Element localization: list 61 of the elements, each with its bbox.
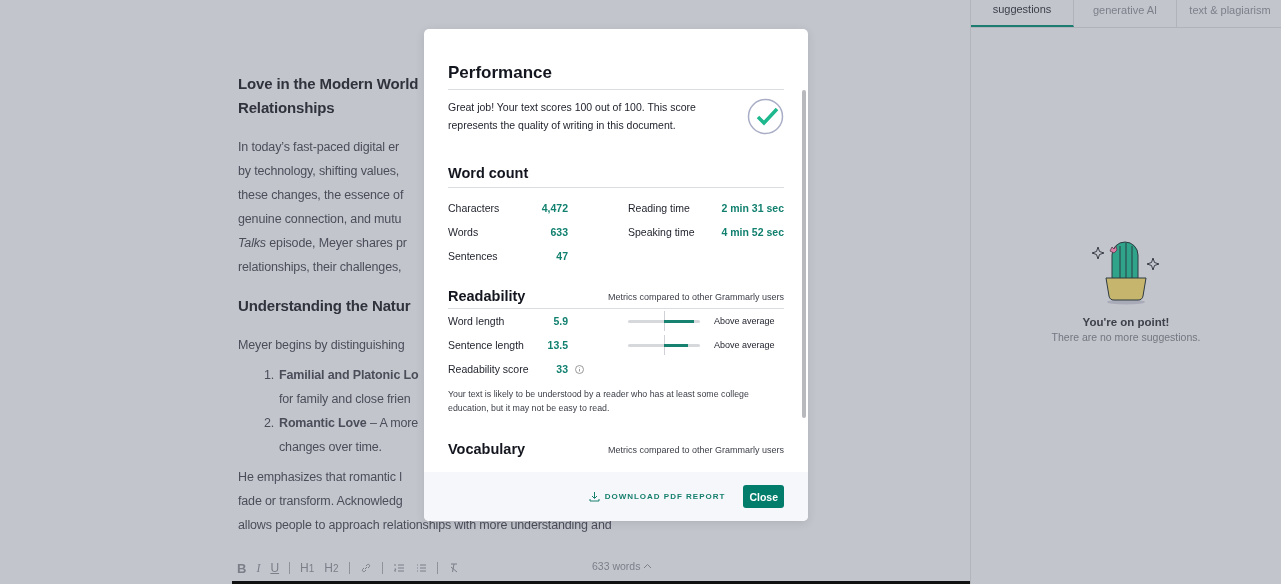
section-note: Metrics compared to other Grammarly users bbox=[607, 445, 784, 455]
performance-text: Great job! Your text scores 100 out of 100. This score represents the quality of writing in this document. bbox=[448, 100, 697, 133]
paragraph-line: Talks episode, Meyer shares pr bbox=[238, 235, 407, 252]
italic-button[interactable]: I bbox=[251, 559, 266, 577]
paragraph-line: fade or transform. Acknowledg bbox=[238, 493, 403, 510]
stat-value: 47 bbox=[556, 250, 568, 262]
word-count-toggle[interactable]: 633 words bbox=[586, 559, 659, 573]
document-title: Relationships bbox=[238, 98, 335, 118]
caret-icon bbox=[643, 563, 653, 569]
bold-button[interactable]: B bbox=[232, 559, 252, 577]
stat-label: Reading time bbox=[628, 202, 690, 214]
sidebar-tab[interactable]: suggestions bbox=[971, 0, 1074, 27]
empty-state-text: There are no more suggestions. bbox=[1051, 331, 1201, 343]
info-icon[interactable] bbox=[575, 364, 584, 374]
paragraph-line: these changes, the essence of bbox=[238, 187, 404, 204]
metric-value: 33 bbox=[556, 363, 568, 375]
section-title: Readability bbox=[448, 288, 526, 304]
download-icon bbox=[588, 491, 600, 502]
list-item-line: for family and close frien bbox=[279, 391, 411, 408]
download-link[interactable]: DOWNLOAD PDF REPORT bbox=[582, 490, 732, 503]
scrollbar-thumb[interactable] bbox=[802, 90, 806, 418]
paragraph-line: by technology, shifting values, bbox=[238, 163, 400, 180]
stat-value: 2 min 31 sec bbox=[721, 202, 784, 214]
list-item-line: changes over time. bbox=[279, 439, 382, 456]
metric-rating: Above average bbox=[714, 316, 775, 326]
paragraph-line: In today’s fast-paced digital er bbox=[238, 139, 400, 156]
document-title: Love in the Modern World bbox=[238, 74, 419, 94]
metric-value: 13.5 bbox=[547, 339, 568, 351]
close-button[interactable]: Close bbox=[743, 485, 784, 508]
list-number: 2. bbox=[263, 415, 274, 432]
paragraph-line: genuine connection, and mutu bbox=[238, 211, 402, 228]
section-title: Performance bbox=[448, 63, 784, 90]
metric-rating: Above average bbox=[714, 340, 775, 350]
metric-label: Readability score bbox=[448, 363, 529, 375]
stat-label: Words bbox=[448, 226, 479, 238]
list-number: 1. bbox=[263, 367, 274, 384]
empty-state-title: You're on point! bbox=[1082, 316, 1170, 328]
paragraph-line: allows people to approach relationships with more understanding and bbox=[238, 517, 612, 534]
list-item-line: Familial and Platonic Lo bbox=[279, 367, 419, 384]
list-item-line: Romantic Love – A more bbox=[279, 415, 419, 432]
paragraph-line: He emphasizes that romantic l bbox=[238, 469, 402, 486]
sidebar-tab[interactable]: text & plagiarism bbox=[1177, 0, 1281, 27]
section-title: Vocabulary bbox=[448, 441, 526, 457]
stat-value: 4,472 bbox=[541, 202, 568, 214]
metric-label: Word length bbox=[448, 315, 505, 327]
paragraph-line: relationships, their challenges, bbox=[238, 259, 402, 276]
stat-label: Speaking time bbox=[628, 226, 695, 238]
paragraph-line: Meyer begins by distinguishing bbox=[238, 337, 405, 354]
checkmark-icon bbox=[747, 98, 784, 135]
readability-summary: Your text is likely to be understood by a reader who has at least some college education, but it may not be easy to read. bbox=[448, 388, 750, 415]
underline-button[interactable]: U bbox=[265, 559, 285, 577]
section-note: Metrics compared to other Grammarly users bbox=[607, 292, 784, 302]
section-heading: Understanding the Natur bbox=[238, 296, 411, 316]
section-title: Word count bbox=[448, 165, 784, 188]
stat-value: 4 min 52 sec bbox=[721, 226, 784, 238]
stat-label: Sentences bbox=[448, 250, 498, 262]
metric-value: 5.9 bbox=[553, 315, 568, 327]
sidebar-tab[interactable]: generative AI bbox=[1074, 0, 1177, 27]
metric-label: Sentence length bbox=[448, 339, 524, 351]
stat-value: 633 bbox=[550, 226, 568, 238]
stat-label: Characters bbox=[448, 202, 500, 214]
